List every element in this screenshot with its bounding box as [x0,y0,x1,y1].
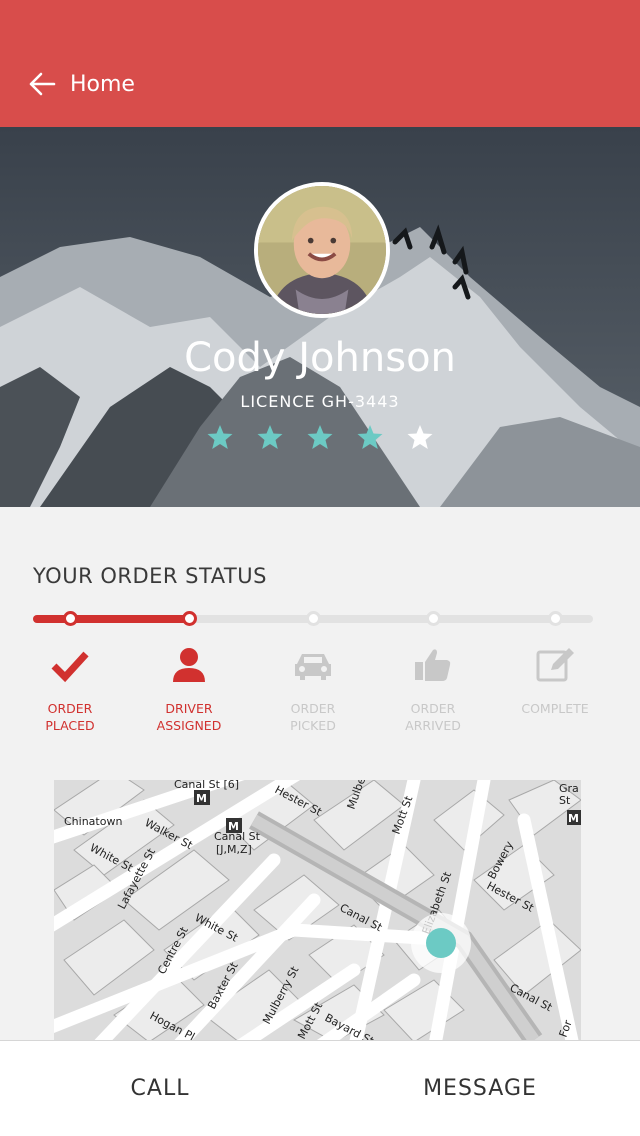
status-step-label: ORDER PICKED [290,701,336,733]
status-step-label: DRIVER ASSIGNED [156,701,222,733]
call-button[interactable]: CALL [0,1041,320,1136]
driver-rating [0,423,640,451]
delivery-map[interactable]: Canal St [6] Chinatown Walker St White S… [54,780,581,1040]
driver-avatar [254,182,390,318]
star-filled-icon [207,425,233,449]
progress-node [62,611,78,626]
status-step-label: ORDER PLACED [45,701,95,733]
car-icon [295,654,331,680]
status-step-label: COMPLETE [521,701,589,716]
status-step: ORDER PLACED [15,644,125,734]
bottom-action-bar: CALL MESSAGE [0,1040,640,1136]
app-header: Home [0,0,640,127]
message-button[interactable]: MESSAGE [320,1041,640,1136]
svg-text:Canal St [6]: Canal St [6] [174,780,239,791]
status-step: COMPLETE [500,644,610,717]
driver-name: Cody Johnson [184,335,456,381]
back-button[interactable]: Home [28,66,135,102]
back-label: Home [70,71,135,97]
status-step: DRIVER ASSIGNED [134,644,244,734]
person-icon [173,648,205,682]
svg-text:Chinatown: Chinatown [64,815,122,828]
driver-licence: LICENCE GH-3443 [240,392,400,411]
progress-node [547,611,563,626]
star-filled-icon [307,425,333,449]
svg-text:M: M [196,792,207,805]
star-filled-icon [257,425,283,449]
progress-node [305,611,321,626]
checkmark-icon [51,651,89,683]
progress-node [425,611,441,626]
svg-text:M: M [568,812,579,825]
thumbs-up-icon [415,649,451,681]
svg-text:[J,M,Z]: [J,M,Z] [216,843,252,856]
star-empty-icon [407,425,433,449]
location-marker[interactable] [426,928,456,958]
svg-text:M: M [228,820,239,833]
status-step: ORDER PICKED [258,644,368,734]
driver-hero: Cody Johnson LICENCE GH-3443 [0,127,640,507]
star-filled-icon [357,425,383,449]
order-status-title: YOUR ORDER STATUS [33,564,267,588]
status-step-label: ORDER ARRIVED [405,701,461,733]
edit-icon [536,648,574,682]
progress-fill [33,615,189,623]
progress-node [181,611,197,626]
status-step: ORDER ARRIVED [378,644,488,734]
svg-text:St: St [559,794,571,807]
arrow-left-icon [29,72,56,96]
